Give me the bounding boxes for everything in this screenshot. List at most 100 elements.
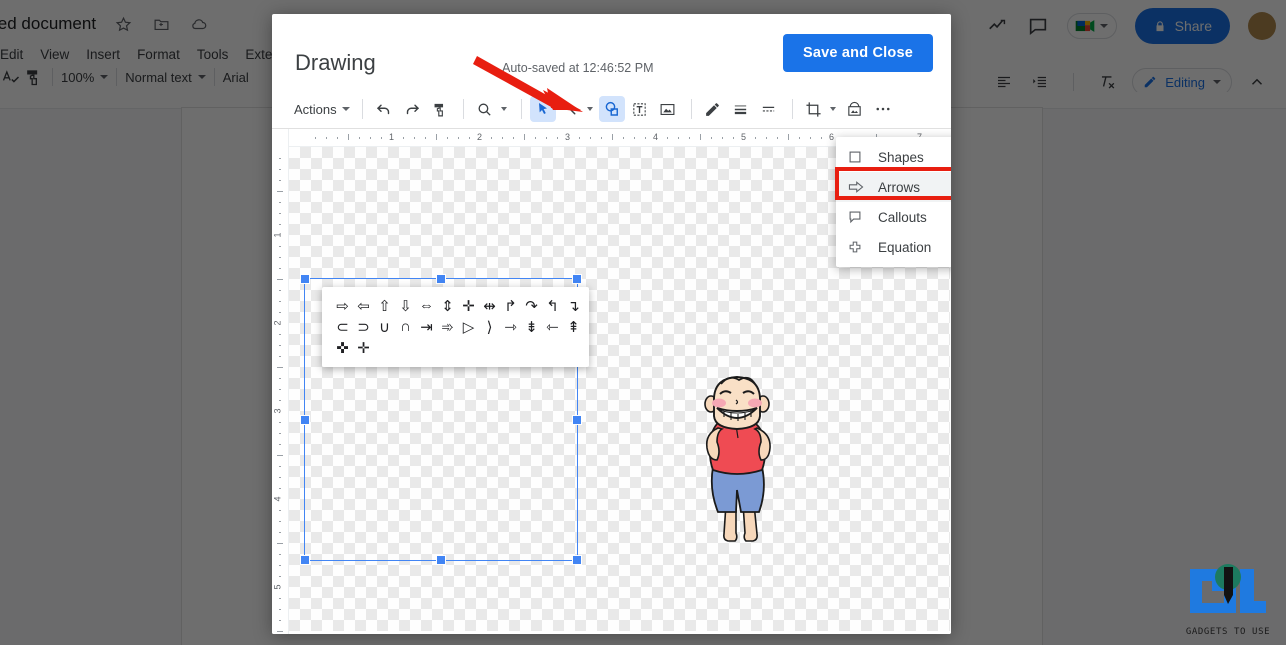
arrow-up-down-shape-icon[interactable]: ⇕ bbox=[437, 295, 458, 316]
arrow-left-up-shape-icon[interactable]: ↰ bbox=[542, 295, 563, 316]
line-dash-icon[interactable] bbox=[756, 96, 782, 122]
ruler-tick bbox=[557, 137, 558, 139]
ruler-tick bbox=[535, 137, 536, 139]
ruler-tick bbox=[524, 134, 525, 140]
arrow-curved-down-shape-icon[interactable]: ∩ bbox=[395, 316, 416, 337]
arrow-left-right-shape-icon[interactable]: ⇔ bbox=[416, 295, 437, 316]
selection-handle[interactable] bbox=[436, 555, 446, 565]
drawing-toolbar: Actions bbox=[272, 90, 951, 129]
line-color-pencil-icon[interactable] bbox=[700, 96, 726, 122]
crop-icon[interactable] bbox=[801, 96, 827, 122]
dialog-title: Drawing bbox=[295, 50, 376, 75]
actions-menu-button[interactable]: Actions bbox=[294, 102, 350, 117]
arrow-quad-shape-icon[interactable]: ✛ bbox=[458, 295, 479, 316]
arrow-curved-right-shape-icon[interactable]: ⊃ bbox=[353, 316, 374, 337]
image-icon[interactable] bbox=[655, 96, 681, 122]
ruler-tick bbox=[623, 137, 624, 139]
menu-item-equation[interactable]: Equation bbox=[836, 232, 951, 262]
arrow-bent-shape-icon[interactable]: ↱ bbox=[500, 295, 521, 316]
cartoon-boy-image[interactable] bbox=[691, 372, 783, 547]
ruler-tick bbox=[502, 137, 503, 139]
ruler-tick bbox=[788, 134, 789, 140]
arrow-left-callout-shape-icon[interactable]: ⇽ bbox=[542, 316, 563, 337]
ruler-tick bbox=[279, 224, 281, 225]
chevron-down-icon[interactable] bbox=[500, 107, 507, 111]
arrow-quad-callout-2-shape-icon[interactable]: ✛ bbox=[353, 337, 374, 358]
menu-item-arrows[interactable]: Arrows bbox=[836, 172, 951, 202]
ruler-tick bbox=[579, 137, 580, 139]
selection-handle[interactable] bbox=[300, 414, 310, 425]
arrow-notched-right-shape-icon[interactable]: ➾ bbox=[437, 316, 458, 337]
arrow-u-turn-shape-icon[interactable]: ↷ bbox=[521, 295, 542, 316]
ruler-tick bbox=[689, 137, 690, 139]
ruler-tick bbox=[634, 137, 635, 139]
ruler-tick bbox=[279, 433, 281, 434]
arrow-curved-left-shape-icon[interactable]: ⊂ bbox=[332, 316, 353, 337]
selection-handle[interactable] bbox=[300, 274, 310, 284]
selection-handle[interactable] bbox=[436, 274, 446, 284]
mask-image-icon[interactable] bbox=[842, 96, 868, 122]
ruler-tick bbox=[279, 312, 281, 313]
selection-handle[interactable] bbox=[572, 274, 582, 284]
selection-handle[interactable] bbox=[572, 555, 582, 565]
arrow-chevron-shape-icon[interactable]: ⟩ bbox=[479, 316, 500, 337]
ruler-tick bbox=[315, 137, 316, 139]
arrow-right-callout-shape-icon[interactable]: ⇾ bbox=[500, 316, 521, 337]
ruler-tick-label: 3 bbox=[272, 408, 283, 414]
ruler-tick bbox=[436, 134, 437, 140]
shape-icon[interactable] bbox=[598, 96, 625, 122]
shape-category-menu[interactable]: Shapes Arrows Callouts Equation bbox=[835, 137, 951, 267]
ruler-tick bbox=[279, 477, 281, 478]
palette-row: ✜ ✛ bbox=[332, 337, 589, 358]
arrow-right-shape-icon[interactable]: ⇨ bbox=[332, 295, 353, 316]
palette-row: ⊂ ⊃ ∪ ∩ ⇥ ➾ ▷ ⟩ ⇾ ⇟ ⇽ ⇞ bbox=[332, 316, 589, 337]
more-options-icon[interactable] bbox=[870, 96, 896, 122]
ruler-tick-label: 2 bbox=[272, 320, 283, 326]
menu-item-label: Callouts bbox=[878, 209, 927, 225]
ruler-tick bbox=[458, 137, 459, 139]
ruler-tick bbox=[279, 158, 281, 159]
arrow-up-shape-icon[interactable]: ⇧ bbox=[374, 295, 395, 316]
ruler-tick bbox=[337, 137, 338, 139]
ruler-tick bbox=[279, 598, 281, 599]
ruler-tick bbox=[733, 137, 734, 139]
arrow-left-shape-icon[interactable]: ⇦ bbox=[353, 295, 374, 316]
line-icon[interactable] bbox=[558, 96, 584, 122]
ruler-tick bbox=[612, 134, 613, 140]
ruler-tick bbox=[381, 137, 382, 139]
arrow-curved-up-shape-icon[interactable]: ∪ bbox=[374, 316, 395, 337]
drawing-dialog: Drawing Auto-saved at 12:46:52 PM Save a… bbox=[272, 14, 951, 634]
text-box-icon[interactable] bbox=[627, 96, 653, 122]
ruler-tick bbox=[645, 137, 646, 139]
arrow-down-shape-icon[interactable]: ⇩ bbox=[395, 295, 416, 316]
redo-icon[interactable] bbox=[399, 96, 425, 122]
chevron-down-icon[interactable] bbox=[586, 107, 593, 111]
zoom-icon[interactable] bbox=[472, 96, 498, 122]
arrow-bent-up-shape-icon[interactable]: ↴ bbox=[563, 295, 584, 316]
menu-item-shapes[interactable]: Shapes bbox=[836, 142, 951, 172]
line-weight-icon[interactable] bbox=[728, 96, 754, 122]
arrow-pentagon-shape-icon[interactable]: ▷ bbox=[458, 316, 479, 337]
arrow-quad-callout-shape-icon[interactable]: ✜ bbox=[332, 337, 353, 358]
arrows-shape-palette[interactable]: ⇨ ⇦ ⇧ ⇩ ⇔ ⇕ ✛ ⇹ ↱ ↷ ↰ ↴ ⊂ ⊃ ∪ ∩ ⇥ ➾ ▷ ⟩ ⇾ ⇟ ⇽ ⇞ ✜ ✛ bbox=[322, 287, 589, 367]
ruler-tick bbox=[279, 169, 281, 170]
arrow-down-callout-shape-icon[interactable]: ⇟ bbox=[521, 316, 542, 337]
ruler-tick bbox=[279, 290, 281, 291]
ruler-tick bbox=[425, 137, 426, 139]
ruler-tick bbox=[414, 137, 415, 139]
menu-item-label: Shapes bbox=[878, 149, 924, 165]
paint-format-icon[interactable] bbox=[427, 96, 453, 122]
undo-icon[interactable] bbox=[371, 96, 397, 122]
selection-handle[interactable] bbox=[572, 414, 582, 425]
arrow-striped-right-shape-icon[interactable]: ⇥ bbox=[416, 316, 437, 337]
ruler-tick bbox=[279, 213, 281, 214]
plus-equation-icon bbox=[848, 240, 868, 254]
chevron-down-icon[interactable] bbox=[829, 107, 836, 111]
arrow-bent-quad-shape-icon[interactable]: ⇹ bbox=[479, 295, 500, 316]
arrow-up-callout-shape-icon[interactable]: ⇞ bbox=[563, 316, 584, 337]
save-and-close-button[interactable]: Save and Close bbox=[783, 34, 933, 72]
selection-handle[interactable] bbox=[300, 555, 310, 565]
menu-item-callouts[interactable]: Callouts bbox=[836, 202, 951, 232]
select-arrow-icon[interactable] bbox=[529, 96, 556, 122]
ruler-tick bbox=[279, 389, 281, 390]
